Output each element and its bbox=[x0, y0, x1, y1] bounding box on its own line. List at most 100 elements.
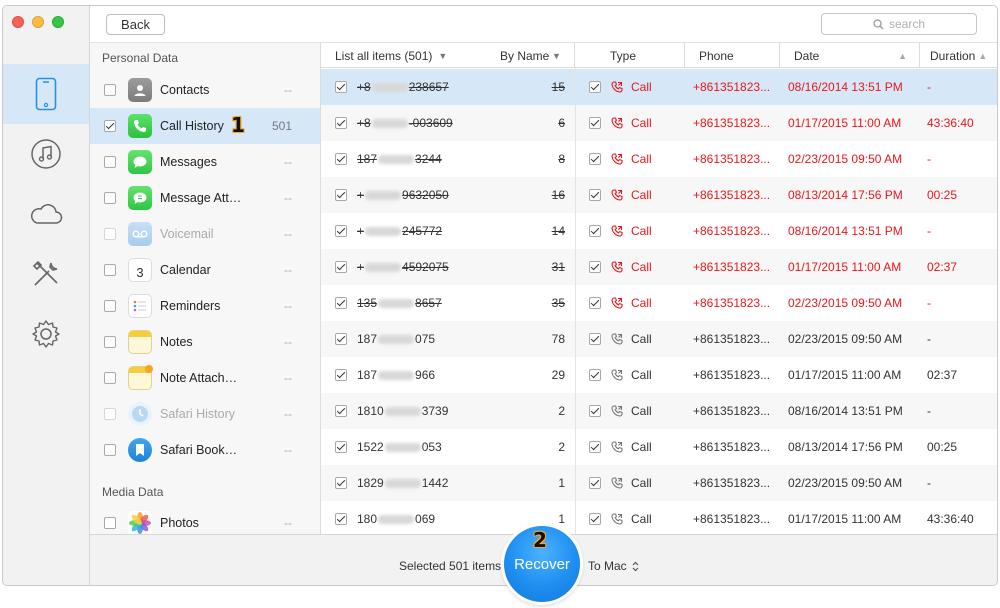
type-column-header[interactable]: Type bbox=[575, 43, 685, 68]
row-checkbox[interactable] bbox=[335, 153, 347, 165]
category-item-safari-book[interactable]: Safari Book… -- bbox=[90, 432, 320, 468]
duration-column-header[interactable]: Duration ▲ bbox=[920, 43, 997, 68]
phone-number: +861351823... bbox=[693, 476, 771, 490]
search-field[interactable]: search bbox=[821, 13, 977, 35]
row-checkbox[interactable] bbox=[335, 477, 347, 489]
table-row[interactable]: 187 075 78 Call +861351823... 02/23/2015 09:5… bbox=[321, 321, 997, 357]
back-button[interactable]: Back bbox=[106, 14, 165, 35]
row-type-checkbox[interactable] bbox=[589, 81, 601, 93]
call-date: 01/17/2015 11:00 AM bbox=[788, 260, 902, 274]
row-type-checkbox[interactable] bbox=[589, 333, 601, 345]
nav-music[interactable] bbox=[3, 124, 89, 184]
table-row[interactable]: 135 8657 35 Call +861351823... 02/23/2015 09:… bbox=[321, 285, 997, 321]
phone-number: +861351823... bbox=[693, 332, 771, 346]
row-checkbox[interactable] bbox=[335, 225, 347, 237]
table-row[interactable]: +245772 14 Call +861351823... 08/16/2014 13:… bbox=[321, 213, 997, 249]
minimize-window-button[interactable] bbox=[32, 16, 44, 28]
date-column-header[interactable]: Date ▲ bbox=[780, 43, 920, 68]
table-row[interactable]: 1829 1442 1 Call +861351823... 02/23/2015 09:… bbox=[321, 465, 997, 501]
outgoing-call-icon bbox=[611, 429, 623, 465]
category-item-calendar[interactable]: 3 Calendar -- bbox=[90, 252, 320, 288]
category-checkbox[interactable] bbox=[104, 120, 116, 132]
row-type-checkbox[interactable] bbox=[589, 153, 601, 165]
outgoing-call-icon bbox=[611, 501, 623, 536]
phone-number: +861351823... bbox=[693, 152, 771, 166]
row-type-checkbox[interactable] bbox=[589, 513, 601, 525]
category-item-messages[interactable]: Messages -- bbox=[90, 144, 320, 180]
sort-by-name[interactable]: By Name bbox=[500, 49, 549, 63]
table-row[interactable]: +8 -003609 6 Call +861351823... 01/17/2015 11… bbox=[321, 105, 997, 141]
nav-device[interactable] bbox=[3, 64, 89, 124]
category-checkbox[interactable] bbox=[104, 517, 116, 529]
category-item-call-history[interactable]: Call History 501 bbox=[90, 108, 320, 144]
row-checkbox[interactable] bbox=[335, 189, 347, 201]
phone-column-header[interactable]: Phone bbox=[685, 43, 780, 68]
zoom-window-button[interactable] bbox=[52, 16, 64, 28]
phone-number: +861351823... bbox=[693, 368, 771, 382]
category-checkbox[interactable] bbox=[104, 156, 116, 168]
category-item-note-attach[interactable]: Note Attach… -- bbox=[90, 360, 320, 396]
row-checkbox[interactable] bbox=[335, 405, 347, 417]
row-checkbox[interactable] bbox=[335, 81, 347, 93]
settings-icon bbox=[32, 320, 60, 348]
category-checkbox[interactable] bbox=[104, 372, 116, 384]
nav-tools[interactable] bbox=[3, 244, 89, 304]
row-type-checkbox[interactable] bbox=[589, 405, 601, 417]
category-label: Note Attach… bbox=[160, 371, 238, 385]
call-date: 01/17/2015 11:00 AM bbox=[788, 512, 902, 526]
category-checkbox[interactable] bbox=[104, 84, 116, 96]
table-row[interactable]: 1522 053 2 Call +861351823... 08/13/2014 17:5… bbox=[321, 429, 997, 465]
row-type-checkbox[interactable] bbox=[589, 477, 601, 489]
row-checkbox[interactable] bbox=[335, 117, 347, 129]
row-checkbox[interactable] bbox=[335, 261, 347, 273]
phone-header-label: Phone bbox=[699, 48, 734, 63]
search-placeholder: search bbox=[888, 17, 926, 31]
contact-number: +8 -003609 bbox=[357, 116, 453, 130]
table-row[interactable]: +8 238657 15 Call +861351823... 08/16/2014 13… bbox=[321, 69, 997, 105]
destination-selector[interactable]: To Mac bbox=[588, 559, 639, 573]
row-checkbox[interactable] bbox=[335, 369, 347, 381]
row-type-checkbox[interactable] bbox=[589, 297, 601, 309]
note-attachment-icon bbox=[128, 365, 153, 390]
category-checkbox[interactable] bbox=[104, 444, 116, 456]
row-checkbox[interactable] bbox=[335, 513, 347, 525]
row-type-checkbox[interactable] bbox=[589, 441, 601, 453]
table-row[interactable]: +9632050 16 Call +861351823... 08/13/2014 17… bbox=[321, 177, 997, 213]
category-checkbox[interactable] bbox=[104, 192, 116, 204]
category-count: -- bbox=[284, 516, 292, 530]
call-duration: - bbox=[927, 404, 931, 418]
personal-data-heading: Personal Data bbox=[102, 51, 179, 65]
list-header[interactable]: List all items (501) ▼ By Name ▼ bbox=[321, 43, 575, 68]
row-type-checkbox[interactable] bbox=[589, 189, 601, 201]
close-window-button[interactable] bbox=[12, 16, 24, 28]
nav-icloud[interactable] bbox=[3, 184, 89, 244]
table-row[interactable]: 187 3244 8 Call +861351823... 02/23/2015 09:5… bbox=[321, 141, 997, 177]
phone-number: +861351823... bbox=[693, 80, 771, 94]
row-checkbox[interactable] bbox=[335, 297, 347, 309]
category-label: Safari Book… bbox=[160, 443, 238, 457]
category-panel: Personal Data Media Data Contacts -- Call … bbox=[90, 42, 321, 536]
table-row[interactable]: 1810 3739 2 Call +861351823... 08/16/2014 13:… bbox=[321, 393, 997, 429]
category-checkbox[interactable] bbox=[104, 300, 116, 312]
row-type-checkbox[interactable] bbox=[589, 225, 601, 237]
row-type-checkbox[interactable] bbox=[589, 261, 601, 273]
category-item-notes[interactable]: Notes -- bbox=[90, 324, 320, 360]
category-item-contacts[interactable]: Contacts -- bbox=[90, 72, 320, 108]
row-type-checkbox[interactable] bbox=[589, 369, 601, 381]
nav-settings[interactable] bbox=[3, 304, 89, 364]
table-row[interactable]: 180 069 1 Call +861351823... 01/17/2015 11:00… bbox=[321, 501, 997, 536]
category-checkbox[interactable] bbox=[104, 264, 116, 276]
table-row[interactable]: 187 966 29 Call +861351823... 01/17/2015 11:0… bbox=[321, 357, 997, 393]
table-row[interactable]: +4592075 31 Call +861351823... 01/17/2015 11… bbox=[321, 249, 997, 285]
row-checkbox[interactable] bbox=[335, 441, 347, 453]
category-label: Voicemail bbox=[160, 227, 214, 241]
row-type-checkbox[interactable] bbox=[589, 117, 601, 129]
call-duration: 00:25 bbox=[927, 188, 958, 202]
category-checkbox[interactable] bbox=[104, 336, 116, 348]
category-item-message-att[interactable]: Message Att… -- bbox=[90, 180, 320, 216]
category-label: Messages bbox=[160, 155, 217, 169]
contact-number: 187 075 bbox=[357, 332, 436, 346]
row-checkbox[interactable] bbox=[335, 333, 347, 345]
missed-call-icon bbox=[611, 105, 623, 141]
category-item-reminders[interactable]: Reminders -- bbox=[90, 288, 320, 324]
